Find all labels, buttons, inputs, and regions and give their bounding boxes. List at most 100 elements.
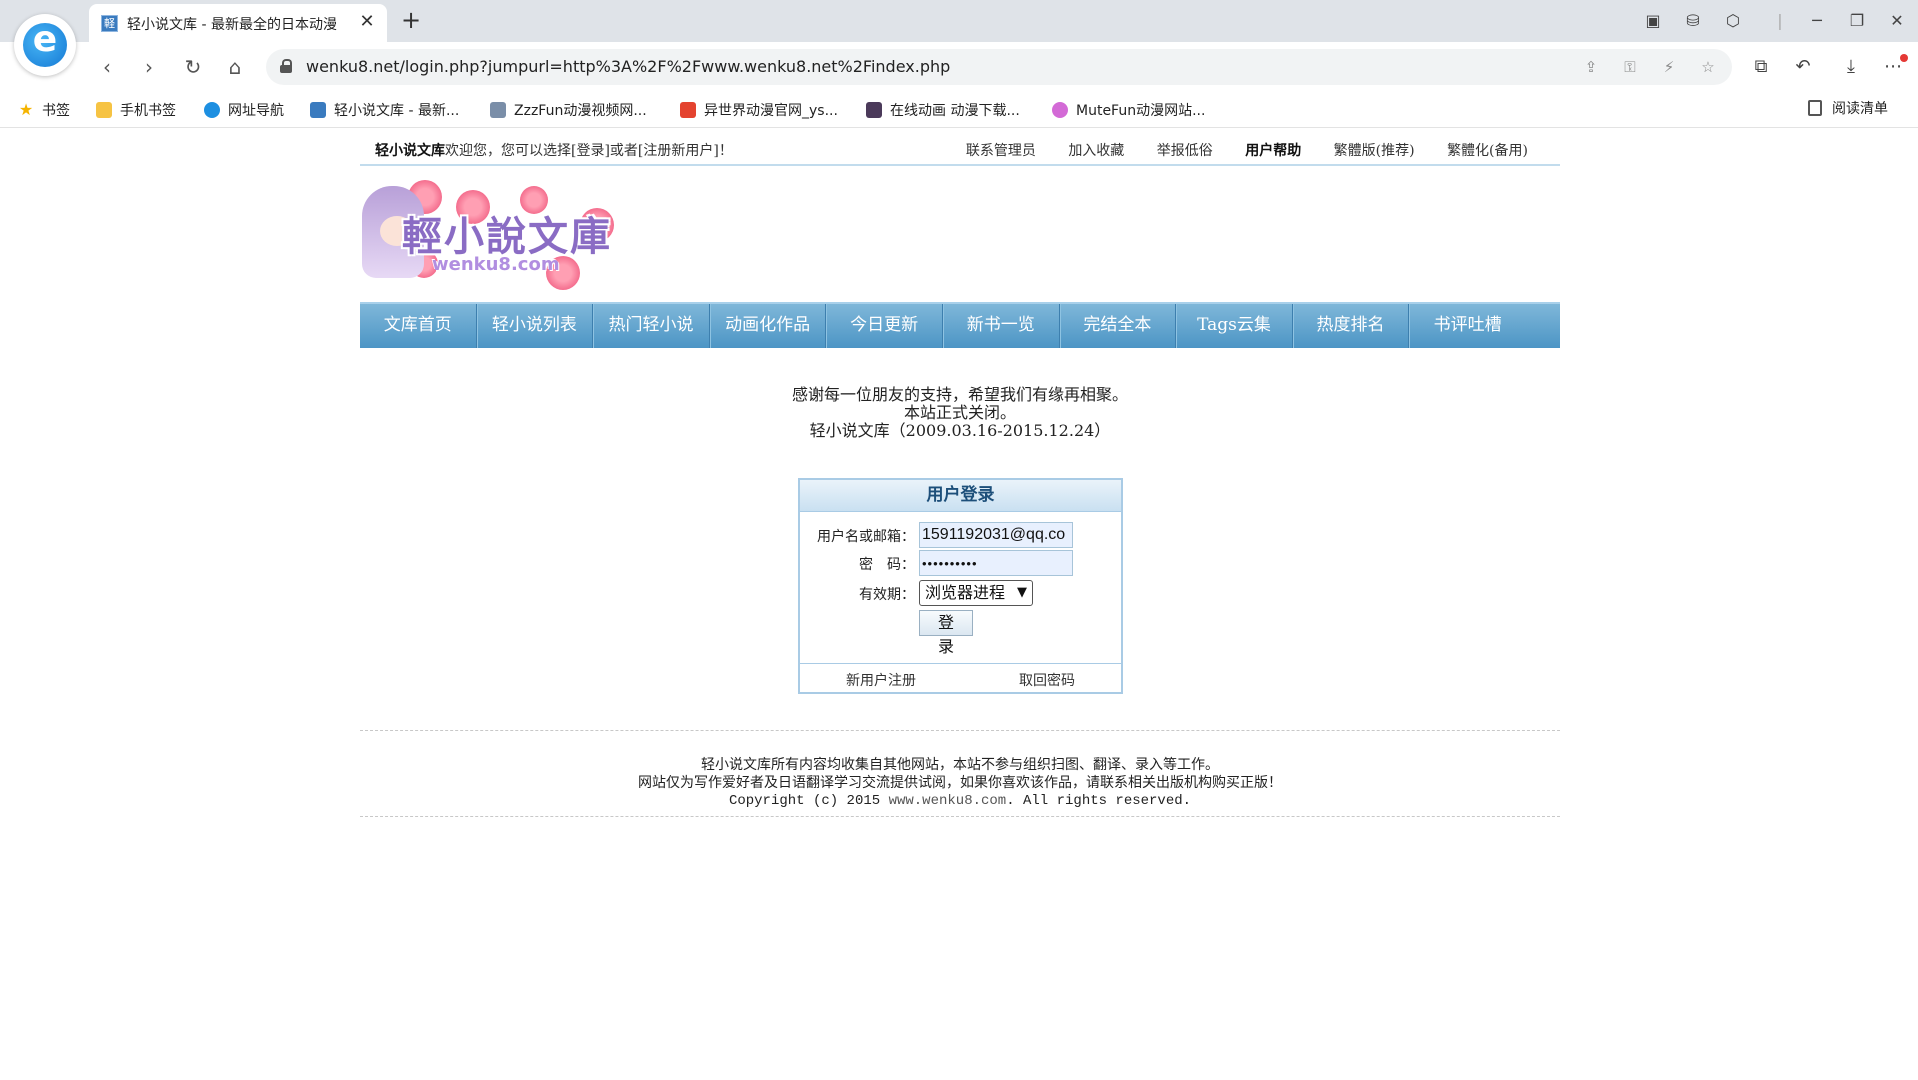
divider [360, 816, 1560, 817]
report-link[interactable]: 举报低俗 [1157, 143, 1213, 159]
extension-puzzle-icon[interactable]: ⬡ [1721, 9, 1745, 33]
register-link[interactable]: 新用户注册 [846, 670, 916, 690]
bookmark-item[interactable]: ★ 书签 [18, 98, 70, 122]
bookmark-item[interactable]: 网址导航 [204, 98, 284, 122]
welcome-text[interactable]: 欢迎您，您可以选择[登录]或者[注册新用户]！ [445, 143, 733, 159]
new-tab-button[interactable]: + [398, 8, 424, 34]
expiry-row: 有效期： 浏览器进程 ▼ [800, 580, 1121, 606]
share-icon[interactable]: ⇪ [1580, 57, 1602, 77]
recover-password-link[interactable]: 取回密码 [1019, 670, 1075, 690]
password-row: 密 码： [800, 550, 1121, 576]
bookmark-item[interactable]: MuteFun动漫网站... [1052, 98, 1205, 122]
bookmark-label: 手机书签 [120, 103, 176, 119]
nav-hot-novels[interactable]: 热门轻小说 [593, 304, 710, 348]
anime-favicon-icon [866, 102, 882, 118]
browser-logo-icon[interactable] [14, 14, 76, 76]
forward-icon[interactable]: › [136, 54, 162, 80]
copyright-site-link[interactable]: www.wenku8.com [889, 793, 1007, 809]
wenku-favicon-icon [310, 102, 326, 118]
bookmarks-bar: ★ 书签 手机书签 网址导航 轻小说文库 - 最新... ZzzFun动漫视频网… [0, 92, 1918, 128]
user-help-link[interactable]: 用户帮助 [1245, 143, 1301, 159]
expiry-select[interactable]: 浏览器进程 ▼ [919, 580, 1033, 606]
site-name: 轻小说文库 [375, 143, 445, 159]
bookmark-label: 网址导航 [228, 103, 284, 119]
separator-icon: | [1777, 11, 1783, 30]
expiry-value: 浏览器进程 [925, 583, 1006, 602]
nav-home[interactable]: 文库首页 [360, 304, 477, 348]
flash-icon[interactable]: ⚡ [1658, 57, 1680, 77]
bookmark-label: 异世界动漫官网_ys... [704, 103, 838, 119]
more-menu-icon[interactable]: ⋯ [1880, 54, 1908, 80]
nav-site-icon [204, 102, 220, 118]
url-field[interactable]: wenku8.net/login.php?jumpurl=http%3A%2F%… [266, 49, 1732, 85]
window-close-icon[interactable]: ✕ [1885, 9, 1909, 33]
restore-icon[interactable]: ❐ [1845, 9, 1869, 33]
download-icon[interactable]: ⤓ [1838, 54, 1864, 80]
zzzfun-favicon-icon [490, 102, 506, 118]
nav-ranking[interactable]: 热度排名 [1293, 304, 1410, 348]
notice-line: 轻小说文库（2009.03.16-2015.12.24） [809, 421, 1111, 440]
bookmark-item[interactable]: 在线动画 动漫下载... [866, 98, 1020, 122]
nav-new-books[interactable]: 新书一览 [943, 304, 1060, 348]
bookmark-label: ZzzFun动漫视频网... [514, 103, 647, 119]
home-icon[interactable]: ⌂ [222, 54, 248, 80]
submit-row: 登 录 [800, 610, 1121, 656]
extensions-icon[interactable]: ⧉ [1748, 54, 1774, 80]
divider [360, 730, 1560, 731]
wenku-favicon-icon [101, 15, 118, 32]
incognito-icon[interactable]: ⛁ [1681, 9, 1705, 33]
traditional-backup-link[interactable]: 繁體化(备用) [1447, 143, 1528, 159]
closure-notice: 感谢每一位朋友的支持，希望我们有缘再相聚。 本站正式关闭。 轻小说文库（2009… [360, 386, 1560, 440]
notification-dot [1900, 54, 1908, 62]
copyright: Copyright (c) 2015 www.wenku8.com. All r… [360, 792, 1560, 810]
reading-list-button[interactable]: 阅读清单 [1808, 98, 1888, 118]
top-links: 联系管理员 加入收藏 举报低俗 用户帮助 繁體版(推荐) 繁體化(备用) [938, 140, 1528, 160]
username-label: 用户名或邮箱： [817, 529, 915, 545]
url-text[interactable]: wenku8.net/login.php?jumpurl=http%3A%2F%… [306, 57, 950, 76]
site-footer: 轻小说文库所有内容均收集自其他网站，本站不参与组织扫图、翻译、录入等工作。 网站… [360, 756, 1560, 810]
phone-bookmark-icon [96, 102, 112, 118]
bookmark-label: 书签 [42, 103, 70, 119]
site-logo[interactable]: 輕小說文庫 wenku8.com [360, 178, 622, 290]
back-icon[interactable]: ‹ [94, 54, 120, 80]
bookmark-item[interactable]: ZzzFun动漫视频网... [490, 98, 647, 122]
login-button[interactable]: 登 录 [919, 610, 973, 656]
browser-tab[interactable]: 轻小说文库 - 最新最全的日本动漫 ✕ [89, 4, 387, 42]
add-favorite-link[interactable]: 加入收藏 [1068, 143, 1124, 159]
logo-subtitle: wenku8.com [432, 254, 560, 275]
reload-icon[interactable]: ↻ [180, 54, 206, 80]
nav-animated[interactable]: 动画化作品 [710, 304, 827, 348]
notice-line: 本站正式关闭。 [903, 403, 1016, 422]
copyright-prefix: Copyright (c) 2015 [728, 793, 889, 809]
login-panel: 用户登录 用户名或邮箱： 密 码： 有效期： 浏览器进程 ▼ 登 录 新用户注册… [798, 478, 1123, 694]
tab-actions-icon[interactable]: ▣ [1641, 9, 1665, 33]
main-nav: 文库首页 轻小说列表 热门轻小说 动画化作品 今日更新 新书一览 完结全本 Ta… [360, 302, 1560, 348]
tab-title: 轻小说文库 - 最新最全的日本动漫 [127, 17, 337, 33]
bookmark-item[interactable]: 轻小说文库 - 最新... [310, 98, 459, 122]
reading-list-label: 阅读清单 [1832, 101, 1888, 117]
username-row: 用户名或邮箱： [800, 522, 1121, 548]
login-footer: 新用户注册 取回密码 [800, 663, 1121, 692]
tab-strip: 轻小说文库 - 最新最全的日本动漫 ✕ + ▣ ⛁ ⬡ | ─ ❐ ✕ [0, 0, 1918, 42]
welcome-message: 轻小说文库欢迎您，您可以选择[登录]或者[注册新用户]！ [375, 140, 733, 160]
password-input[interactable] [919, 550, 1073, 576]
lock-icon[interactable] [280, 59, 292, 73]
nav-reviews[interactable]: 书评吐槽 [1409, 304, 1526, 348]
nav-today-updates[interactable]: 今日更新 [826, 304, 943, 348]
favorite-star-icon[interactable]: ☆ [1697, 57, 1719, 77]
mutefun-favicon-icon [1052, 102, 1068, 118]
minimize-icon[interactable]: ─ [1805, 9, 1829, 33]
key-icon[interactable]: ⚿ [1619, 57, 1641, 77]
close-tab-icon[interactable]: ✕ [357, 12, 377, 32]
bookmark-label: MuteFun动漫网站... [1076, 103, 1206, 119]
undo-icon[interactable]: ↶ [1790, 54, 1816, 80]
nav-completed[interactable]: 完结全本 [1060, 304, 1177, 348]
username-input[interactable] [919, 522, 1073, 548]
traditional-version-link[interactable]: 繁體版(推荐) [1334, 143, 1415, 159]
contact-admin-link[interactable]: 联系管理员 [966, 143, 1036, 159]
expiry-label: 有效期： [859, 587, 915, 603]
nav-novel-list[interactable]: 轻小说列表 [477, 304, 594, 348]
bookmark-item[interactable]: 手机书签 [96, 98, 176, 122]
bookmark-item[interactable]: 异世界动漫官网_ys... [680, 98, 838, 122]
nav-tags[interactable]: Tags云集 [1176, 304, 1293, 348]
